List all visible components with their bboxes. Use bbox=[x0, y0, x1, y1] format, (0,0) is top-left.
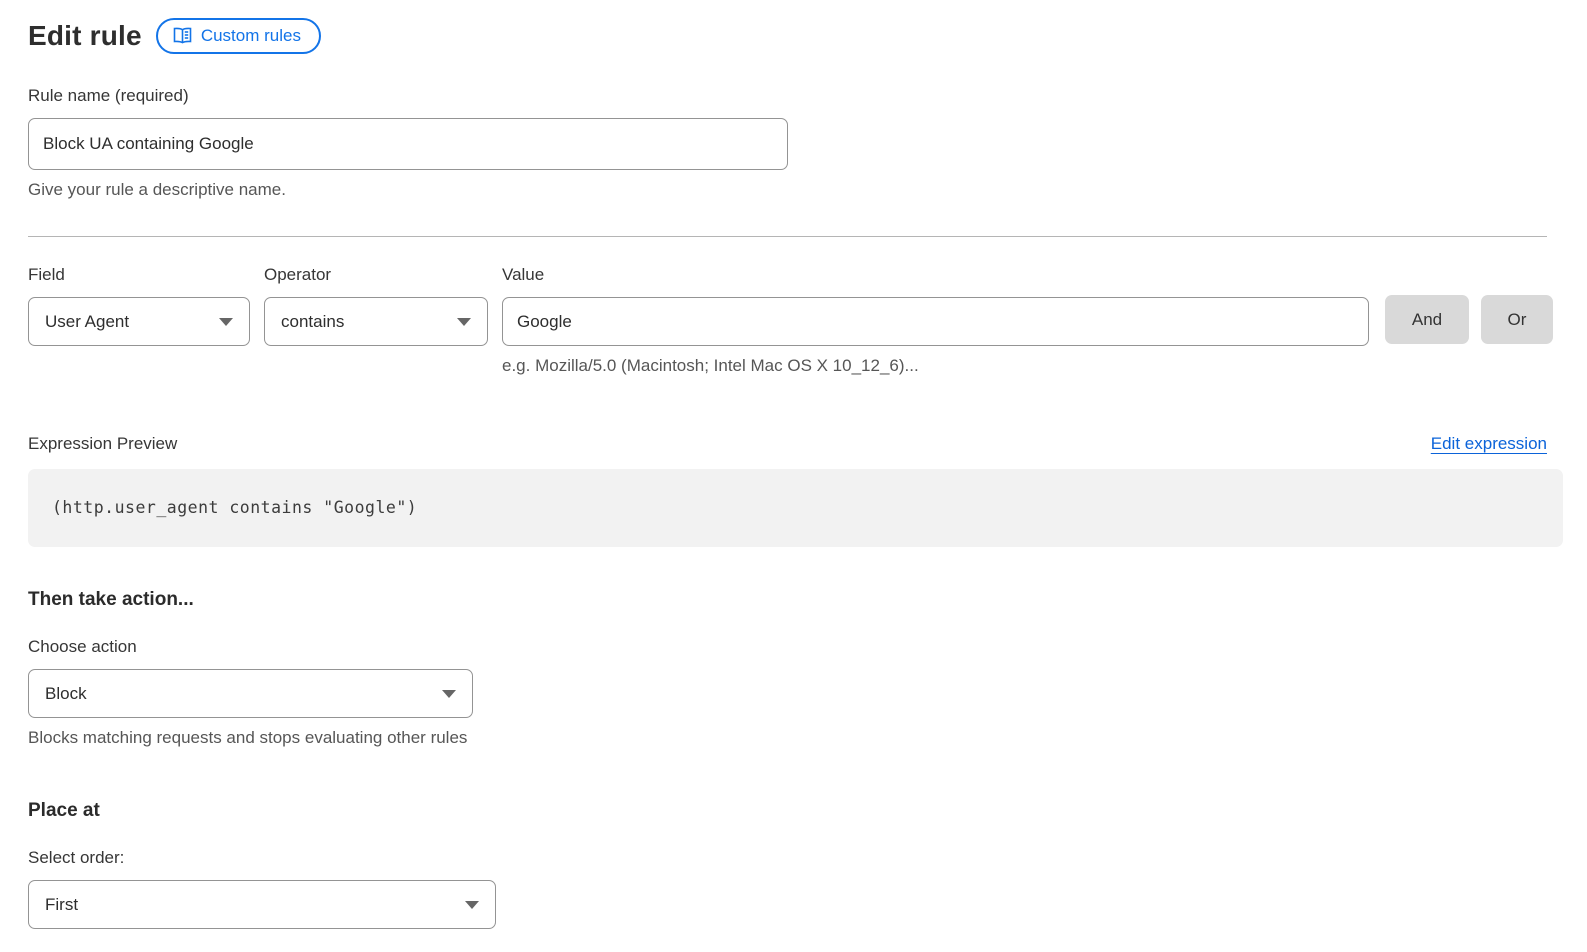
rule-name-helper: Give your rule a descriptive name. bbox=[28, 180, 1559, 200]
chevron-down-icon bbox=[442, 690, 456, 698]
expression-builder-row: Field User Agent Operator contains Value… bbox=[28, 265, 1559, 376]
expression-preview-box: (http.user_agent contains "Google") bbox=[28, 469, 1563, 547]
operator-label: Operator bbox=[264, 265, 488, 285]
expression-preview-section: Expression Preview Edit expression (http… bbox=[28, 434, 1559, 547]
chevron-down-icon bbox=[457, 318, 471, 326]
value-column: Value e.g. Mozilla/5.0 (Macintosh; Intel… bbox=[502, 265, 1369, 376]
custom-rules-badge-button[interactable]: Custom rules bbox=[156, 18, 321, 54]
chevron-down-icon bbox=[219, 318, 233, 326]
operator-column: Operator contains bbox=[264, 265, 488, 346]
action-heading: Then take action... bbox=[28, 589, 1559, 611]
custom-rules-badge-label: Custom rules bbox=[201, 26, 301, 46]
rule-name-section: Rule name (required) Give your rule a de… bbox=[28, 86, 1559, 200]
operator-select-value: contains bbox=[281, 312, 344, 332]
value-input[interactable] bbox=[502, 297, 1369, 346]
action-helper: Blocks matching requests and stops evalu… bbox=[28, 728, 1559, 748]
edit-rule-page: Edit rule Custom rules Rule name (requir… bbox=[0, 0, 1587, 929]
rule-name-input[interactable] bbox=[28, 118, 788, 170]
choose-action-label: Choose action bbox=[28, 637, 1559, 657]
field-select[interactable]: User Agent bbox=[28, 297, 250, 346]
field-column: Field User Agent bbox=[28, 265, 250, 346]
field-label: Field bbox=[28, 265, 250, 285]
field-select-value: User Agent bbox=[45, 312, 129, 332]
page-title: Edit rule bbox=[28, 20, 142, 52]
value-label: Value bbox=[502, 265, 1369, 285]
select-order-label: Select order: bbox=[28, 848, 1559, 868]
andor-button-group: And Or bbox=[1385, 295, 1553, 344]
rule-name-label: Rule name (required) bbox=[28, 86, 1559, 106]
action-select[interactable]: Block bbox=[28, 669, 473, 718]
section-divider bbox=[28, 236, 1547, 237]
and-button[interactable]: And bbox=[1385, 295, 1469, 344]
or-button[interactable]: Or bbox=[1481, 295, 1553, 344]
expression-preview-label: Expression Preview bbox=[28, 434, 177, 454]
action-section: Then take action... Choose action Block … bbox=[28, 589, 1559, 748]
order-select-value: First bbox=[45, 895, 78, 915]
expression-builder-section: Field User Agent Operator contains Value… bbox=[28, 265, 1559, 376]
action-select-value: Block bbox=[45, 684, 87, 704]
chevron-down-icon bbox=[465, 901, 479, 909]
order-select[interactable]: First bbox=[28, 880, 496, 929]
operator-select[interactable]: contains bbox=[264, 297, 488, 346]
book-open-icon bbox=[173, 27, 192, 44]
place-at-heading: Place at bbox=[28, 800, 1559, 822]
value-helper: e.g. Mozilla/5.0 (Macintosh; Intel Mac O… bbox=[502, 356, 1369, 376]
edit-expression-link[interactable]: Edit expression bbox=[1431, 434, 1547, 454]
placement-section: Place at Select order: First bbox=[28, 800, 1559, 929]
page-header: Edit rule Custom rules bbox=[28, 18, 1559, 54]
expression-preview-code: (http.user_agent contains "Google") bbox=[52, 498, 417, 517]
expression-preview-header: Expression Preview Edit expression bbox=[28, 434, 1547, 454]
